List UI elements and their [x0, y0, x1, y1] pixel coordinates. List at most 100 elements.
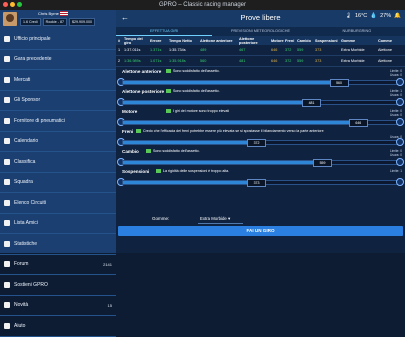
slider-thumb[interactable]: 481	[302, 99, 321, 107]
sidebar-item-label: Calendario	[14, 138, 39, 145]
close-window-button[interactable]	[3, 2, 8, 7]
tab-bar: EFFETTUA GIRI PREVISIONI METEOROLOGICHE …	[116, 27, 405, 36]
sidebar-item-friends[interactable]: Lista Amici	[0, 214, 116, 234]
flag-icon	[4, 56, 10, 63]
comment-text: Sono soddisfatto dell'assetto.	[173, 89, 220, 93]
wear-text: Usura: 0	[389, 153, 402, 157]
rear-wing-value: 481	[239, 59, 246, 63]
comment-icon	[136, 129, 141, 133]
col-header: Motore	[271, 38, 284, 43]
table-header: # Tempo del giro Errore Tempo Netto Alet…	[116, 36, 405, 45]
setup-label: Motore	[122, 109, 138, 114]
setup-slider[interactable]: 646	[122, 119, 399, 127]
sidebar-item-help[interactable]: Aiuto	[0, 316, 116, 337]
limits: Limite: 0 Usura: 0	[390, 149, 402, 157]
wear-text: Usura: 0	[389, 93, 402, 97]
setup-slider[interactable]: 559	[122, 159, 399, 167]
lap-number: 2	[118, 59, 121, 63]
temperature-value: 16°C	[354, 13, 368, 19]
forum-icon	[4, 261, 10, 268]
comment-value: Alettone	[378, 48, 392, 52]
table-row[interactable]: 1 1:37.011s 1.371s 1:35.734s 489 467 646…	[116, 45, 405, 56]
sidebar-item-circuits[interactable]: Elenco Circuiti	[0, 193, 116, 214]
wear-text: Usura: 0	[389, 73, 402, 77]
sidebar-item-news[interactable]: Novità 15	[0, 296, 116, 316]
tyres-label: Gomme:	[152, 216, 170, 221]
table-row[interactable]: 2 1:36.989s 1.071s 1:35.918s 560 481 646…	[116, 56, 405, 67]
engine-value: 646	[271, 48, 278, 52]
limits: Limite: 0 Usura: 0	[390, 109, 402, 117]
sidebar-item-statistics[interactable]: Statistiche	[0, 234, 116, 255]
limits: Limite: 1	[390, 169, 402, 173]
cart-icon	[4, 76, 10, 83]
sidebar-item-forum[interactable]: Forum 2141	[0, 255, 116, 275]
sidebar-item-label: Gli Sponsor	[14, 97, 41, 104]
team-icon	[4, 179, 10, 186]
tab-nurburgring[interactable]: NURBURGRING	[309, 27, 405, 36]
humidity-value: 27%	[380, 13, 392, 19]
setup-row-brakes: Freni Credo che l'efficacia dei freni po…	[116, 127, 405, 147]
sidebar-item-standings[interactable]: Classifica	[0, 152, 116, 173]
minimize-window-button[interactable]	[10, 2, 15, 7]
slider-thumb[interactable]: 646	[348, 119, 368, 127]
comment-icon	[166, 109, 171, 113]
col-header: Errore	[150, 38, 162, 43]
setup-slider[interactable]: 560	[122, 79, 399, 87]
increase-button[interactable]	[396, 98, 404, 106]
col-header: Alettone posteriore	[239, 36, 258, 45]
sidebar-item-team[interactable]: Squadra	[0, 173, 116, 193]
weather-info: 🌡 16°C 💧 27% 🔔	[345, 13, 401, 19]
bell-icon[interactable]: 🔔	[394, 13, 401, 19]
sidebar-item-tyre-supplier[interactable]: Fornitore di pneumatici	[0, 111, 116, 132]
tab-run-laps[interactable]: EFFETTUA GIRI	[116, 27, 213, 36]
col-header: Tempo Netto	[169, 38, 192, 43]
front-wing-value: 560	[200, 59, 207, 63]
increase-button[interactable]	[396, 158, 404, 166]
sidebar-item-office[interactable]: Ufficio principale	[0, 29, 116, 50]
tyres-dropdown[interactable]: Extra Morbide ▾	[198, 214, 243, 224]
setup-slider[interactable]: 373	[122, 179, 399, 187]
forum-count-badge: 2141	[103, 261, 112, 267]
sidebar-item-label: Ufficio principale	[14, 35, 51, 42]
sidebar-item-sponsors[interactable]: Gli Sponsor	[0, 91, 116, 111]
col-header: Tempo del giro	[124, 36, 143, 45]
increase-button[interactable]	[396, 178, 404, 186]
lap-error: 1.071s	[150, 59, 162, 63]
circuit-icon	[4, 199, 10, 206]
run-lap-button[interactable]: FAI UN GIRO	[118, 226, 403, 236]
increase-button[interactable]	[396, 78, 404, 86]
sidebar-item-label: Squadra	[14, 179, 33, 186]
profile-badges: 1.6 Credi Rookie - 87 $29.909.000	[20, 18, 95, 26]
setup-slider[interactable]: 481	[122, 99, 399, 107]
maximize-window-button[interactable]	[17, 2, 22, 7]
sidebar-item-label: Mercati	[14, 76, 31, 83]
tab-weather-forecast[interactable]: PREVISIONI METEOROLOGICHE	[212, 27, 308, 36]
slider-thumb[interactable]: 373	[247, 179, 266, 187]
sidebar-item-label: Elenco Circuiti	[14, 199, 46, 206]
sidebar-item-support[interactable]: Sostieni GPRO	[0, 275, 116, 296]
slider-thumb[interactable]: 560	[329, 79, 349, 87]
comment-text: Credo che l'efficacia dei freni potrebbe…	[143, 129, 324, 133]
slider-thumb[interactable]: 559	[313, 159, 332, 167]
setup-slider[interactable]: 372	[122, 139, 399, 147]
window-title: GPRO – Classic racing manager	[158, 2, 247, 8]
limits: Limite: 0 Usura: 0	[390, 69, 402, 77]
calendar-icon	[4, 138, 10, 145]
credits-badge: 1.6 Credi	[20, 18, 41, 26]
setup-label: Freni	[122, 129, 134, 134]
slider-thumb[interactable]: 372	[247, 139, 266, 147]
sidebar-item-previous-race[interactable]: Gara precedente	[0, 50, 116, 70]
sidebar-item-markets[interactable]: Mercati	[0, 70, 116, 91]
increase-button[interactable]	[396, 138, 404, 146]
news-icon	[4, 302, 10, 309]
front-wing-value: 489	[200, 48, 207, 52]
user-profile[interactable]: Chris Byrne 1.6 Credi Rookie - 87 $29.90…	[0, 10, 116, 29]
sidebar-item-calendar[interactable]: Calendario	[0, 132, 116, 152]
setup-row-gearbox: Cambio Sono soddisfatto dell'assetto. Li…	[116, 147, 405, 167]
comment-text: I giri del motore sono troppo elevati	[173, 109, 230, 113]
limits: Limite: 1 Usura: 0	[390, 89, 402, 97]
driver-comment: I giri del motore sono troppo elevati	[166, 109, 229, 113]
increase-button[interactable]	[396, 118, 404, 126]
driver-comment: La rigidità delle sospensioni è troppo a…	[156, 169, 229, 173]
rear-wing-value: 467	[239, 48, 246, 52]
